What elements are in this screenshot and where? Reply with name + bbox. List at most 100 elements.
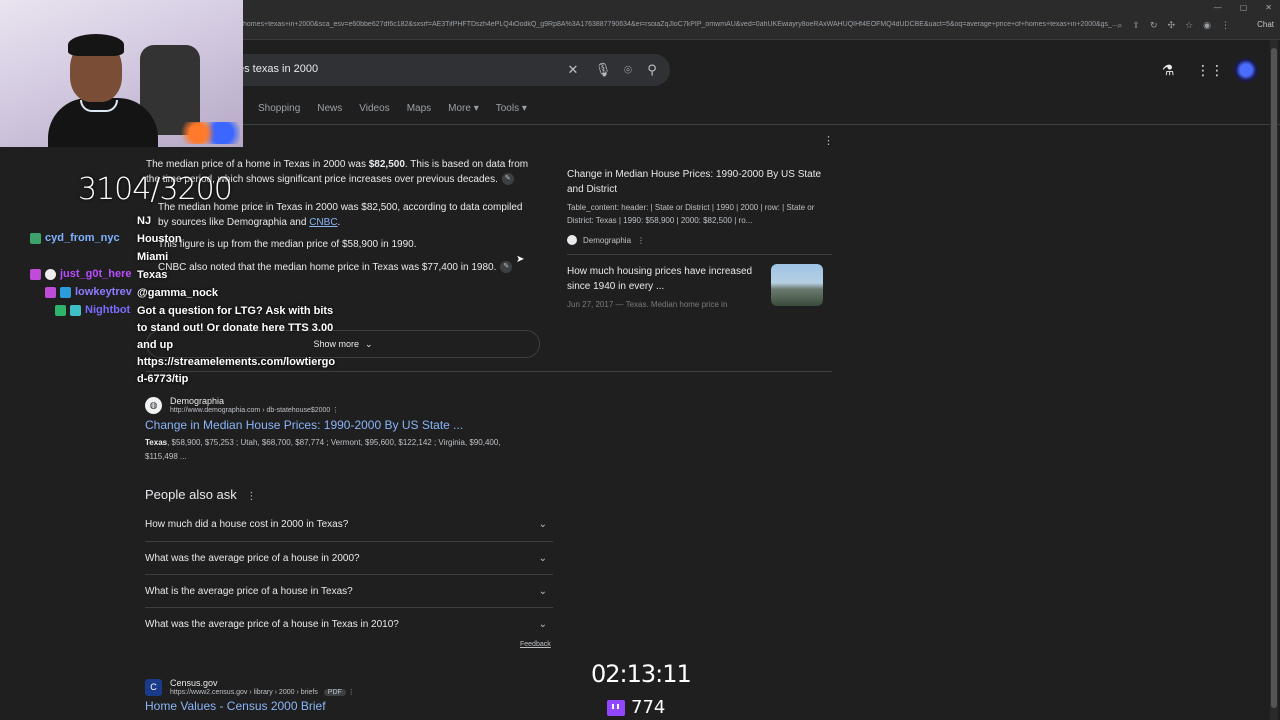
result-url-text: https://www2.census.gov › library › 2000… bbox=[170, 689, 318, 696]
tab-news[interactable]: News bbox=[317, 103, 342, 114]
result-source-row: ◍ Demographia http://www.demographia.com… bbox=[145, 396, 535, 414]
menu-icon[interactable]: ⋮ bbox=[1221, 20, 1230, 31]
tab-tools-label: Tools bbox=[495, 103, 520, 114]
chat-badge-icon bbox=[55, 304, 66, 316]
source-card-thumbnail bbox=[771, 264, 823, 306]
chat-message: https://streamelements.com/lowtiergo bbox=[137, 356, 336, 368]
tab-maps[interactable]: Maps bbox=[407, 103, 431, 114]
browser-action-icons: ⌕ ⇪ ↻ ✣ ☆ ◉ ⋮ bbox=[1117, 20, 1230, 31]
reload-icon[interactable]: ↻ bbox=[1150, 20, 1158, 31]
globe-icon: ◍ bbox=[145, 396, 162, 414]
viewer-count-value: 774 bbox=[631, 697, 666, 718]
extensions-icon[interactable]: ✣ bbox=[1168, 20, 1176, 31]
result-source-row: C Census.gov https://www2.census.gov › l… bbox=[145, 678, 355, 696]
paa-question[interactable]: How much did a house cost in 2000 in Tex… bbox=[145, 508, 553, 541]
bullet-1-period: . bbox=[337, 217, 341, 228]
profile-icon[interactable]: ◉ bbox=[1203, 20, 1211, 31]
chat-user-row: cyd_from_nyc bbox=[30, 232, 120, 244]
link-icon[interactable]: ✎ bbox=[500, 261, 513, 274]
result-url[interactable]: https://www2.census.gov › library › 2000… bbox=[170, 688, 355, 696]
tab-more[interactable]: More ▾ bbox=[448, 103, 479, 114]
link-icon[interactable]: ✎ bbox=[501, 173, 514, 186]
more-options-icon[interactable]: ⋮ bbox=[637, 236, 645, 245]
lens-icon[interactable]: ⌾ bbox=[618, 60, 638, 80]
search-input[interactable]: es texas in 2000 bbox=[238, 63, 318, 75]
desk-lights bbox=[180, 122, 240, 144]
result-source-text: Census.gov https://www2.census.gov › lib… bbox=[170, 678, 355, 696]
overview-intro-text: The median price of a home in Texas in 2… bbox=[146, 159, 369, 170]
avatar[interactable] bbox=[1234, 58, 1258, 82]
chat-username: just_g0t_here bbox=[60, 268, 132, 280]
pdf-badge: PDF bbox=[323, 689, 346, 696]
source-card-source: Demographia ⋮ bbox=[567, 235, 832, 245]
minimize-icon[interactable]: — bbox=[1214, 3, 1222, 12]
search-box[interactable]: es texas in 2000 ✕ 🎙 ⌾ ⚲ bbox=[230, 54, 670, 86]
card-divider bbox=[567, 254, 832, 255]
dropdown-icon: ▾ bbox=[473, 103, 479, 114]
result-url[interactable]: http://www.demographia.com › db-statehou… bbox=[170, 406, 339, 414]
overview-intro: The median price of a home in Texas in 2… bbox=[146, 157, 556, 172]
snippet-highlight: Texas bbox=[145, 438, 168, 447]
chat-badge-icon bbox=[45, 286, 56, 298]
more-options-icon[interactable]: ⋮ bbox=[823, 134, 834, 147]
paa-question[interactable]: What was the average price of a house in… bbox=[145, 541, 553, 574]
more-options-icon[interactable]: ⋮ bbox=[348, 689, 355, 696]
address-bar[interactable]: homes+texas+in+2000&sca_esv=e60bbe627df6… bbox=[243, 21, 1118, 35]
chat-message: to stand out! Or donate here TTS 3.00 bbox=[137, 322, 334, 334]
chat-button[interactable]: Chat bbox=[1257, 20, 1274, 29]
bullet-2-text: This figure is up from the median price … bbox=[158, 239, 417, 250]
snippet-text: , $58,900, $75,253 ; Utah, $68,700, $87,… bbox=[145, 438, 501, 461]
apps-grid-icon[interactable]: ⋮⋮ bbox=[1196, 62, 1224, 79]
labs-icon[interactable]: ⚗ bbox=[1158, 62, 1178, 79]
search-result-demographia: ◍ Demographia http://www.demographia.com… bbox=[145, 396, 535, 464]
people-also-ask-heading: People also ask ⋮ bbox=[145, 487, 256, 502]
cnbc-link[interactable]: CNBC bbox=[309, 217, 337, 228]
tab-tools[interactable]: Tools ▾ bbox=[496, 103, 527, 114]
dropdown-icon: ▾ bbox=[521, 103, 527, 114]
share-icon[interactable]: ⇪ bbox=[1132, 20, 1140, 31]
header-right-icons: ⚗ ⋮⋮ bbox=[1158, 58, 1258, 82]
census-logo-icon: C bbox=[145, 678, 162, 696]
chat-badge-icon bbox=[70, 304, 81, 316]
zoom-icon[interactable]: ⌕ bbox=[1117, 20, 1122, 31]
source-card-cnbc[interactable]: How much housing prices have increased s… bbox=[567, 264, 832, 322]
bookmark-icon[interactable]: ☆ bbox=[1185, 20, 1193, 31]
chat-username: cyd_from_nyc bbox=[45, 232, 120, 244]
source-card-demographia[interactable]: Change in Median House Prices: 1990-2000… bbox=[567, 167, 832, 247]
chat-badge-icon bbox=[30, 268, 41, 280]
chat-username: lowkeytrev bbox=[75, 286, 132, 298]
more-options-icon[interactable]: ⋮ bbox=[246, 491, 256, 502]
more-options-icon[interactable]: ⋮ bbox=[332, 407, 339, 414]
source-card-title: How much housing prices have increased s… bbox=[567, 266, 753, 292]
result-title-link[interactable]: Change in Median House Prices: 1990-2000… bbox=[145, 418, 535, 432]
tab-videos[interactable]: Videos bbox=[359, 103, 389, 114]
stream-timer: 02:13:11 bbox=[591, 660, 692, 688]
close-window-icon[interactable]: ✕ bbox=[1265, 3, 1272, 12]
section-divider bbox=[146, 371, 832, 372]
paa-question[interactable]: What was the average price of a house in… bbox=[145, 607, 553, 640]
overview-highlight: $82,500 bbox=[368, 159, 405, 170]
result-title-link[interactable]: Home Values - Census 2000 Brief bbox=[145, 699, 355, 713]
tab-shopping[interactable]: Shopping bbox=[258, 103, 300, 114]
streamer-hair bbox=[68, 34, 124, 56]
chat-badge-icon bbox=[30, 232, 41, 244]
chat-message: Texas bbox=[137, 269, 168, 281]
scrollbar-thumb[interactable] bbox=[1271, 48, 1277, 708]
chat-user-row: Nightbot bbox=[55, 304, 130, 316]
search-icon[interactable]: ⚲ bbox=[642, 60, 662, 80]
tab-more-label: More bbox=[448, 103, 471, 114]
clear-icon[interactable]: ✕ bbox=[563, 60, 583, 80]
microphone-icon[interactable]: 🎙 bbox=[593, 60, 613, 80]
chat-username: Nightbot bbox=[85, 304, 131, 316]
source-card-snippet: Table_content: header: | State or Distri… bbox=[567, 203, 815, 225]
bullet-1-line-2: by sources like Demographia and bbox=[158, 217, 310, 228]
search-tabs: s Shopping News Videos Maps More ▾ Tools… bbox=[236, 103, 527, 114]
chat-badge-icon bbox=[60, 286, 71, 298]
maximize-icon[interactable]: ▢ bbox=[1240, 3, 1248, 12]
result-snippet: Texas, $58,900, $75,253 ; Utah, $68,700,… bbox=[145, 436, 535, 464]
chat-label: Chat bbox=[1257, 20, 1274, 29]
chat-message: @gamma_nock bbox=[137, 287, 219, 299]
result-source-text: Demographia http://www.demographia.com ›… bbox=[170, 396, 339, 414]
paa-question[interactable]: What is the average price of a house in … bbox=[145, 574, 553, 607]
feedback-link[interactable]: Feedback bbox=[520, 641, 551, 648]
